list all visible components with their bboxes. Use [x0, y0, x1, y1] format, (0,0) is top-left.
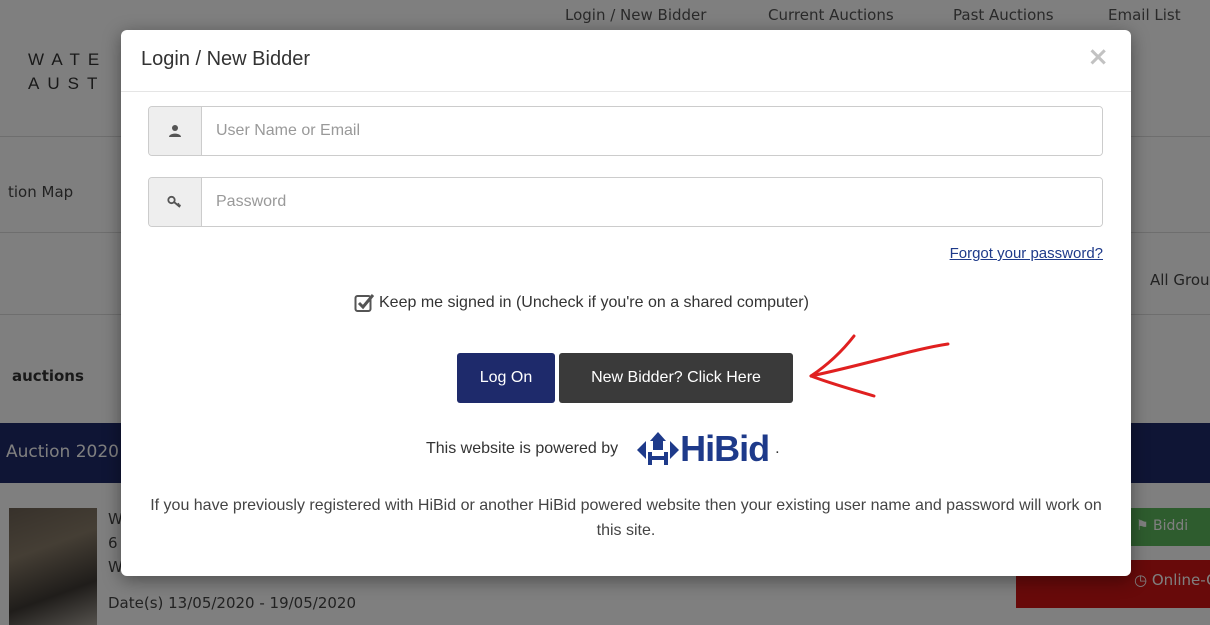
username-input[interactable]	[202, 107, 1102, 155]
hibid-logo-icon	[637, 432, 680, 465]
powered-by-text: This website is powered by	[426, 440, 619, 457]
red-arrow-annotation	[809, 334, 950, 398]
username-group	[148, 106, 1103, 156]
hibid-logo[interactable]: HiBid	[636, 428, 770, 470]
brand-suffix: .	[775, 440, 780, 457]
hibid-wordmark: HiBid	[680, 428, 770, 469]
login-modal: Login / New Bidder × Forgot your passwor…	[121, 30, 1131, 576]
log-on-button[interactable]: Log On	[457, 353, 555, 403]
forgot-password-link[interactable]: Forgot your password?	[950, 245, 1103, 262]
keep-signed-in-label: Keep me signed in (Uncheck if you're on …	[379, 293, 809, 311]
close-icon[interactable]: ×	[1087, 42, 1109, 72]
password-input[interactable]	[202, 178, 1102, 226]
powered-by-line: This website is powered by HiBid .	[426, 428, 780, 470]
new-bidder-button[interactable]: New Bidder? Click Here	[559, 353, 793, 403]
key-icon	[149, 178, 202, 226]
checkbox-checked-icon[interactable]	[354, 292, 375, 313]
modal-header: Login / New Bidder ×	[121, 30, 1131, 92]
modal-title: Login / New Bidder	[141, 48, 310, 70]
info-text: If you have previously registered with H…	[150, 497, 1102, 539]
password-group	[148, 177, 1103, 227]
user-icon	[149, 107, 202, 155]
keep-signed-in-checkbox[interactable]: Keep me signed in (Uncheck if you're on …	[354, 292, 809, 313]
